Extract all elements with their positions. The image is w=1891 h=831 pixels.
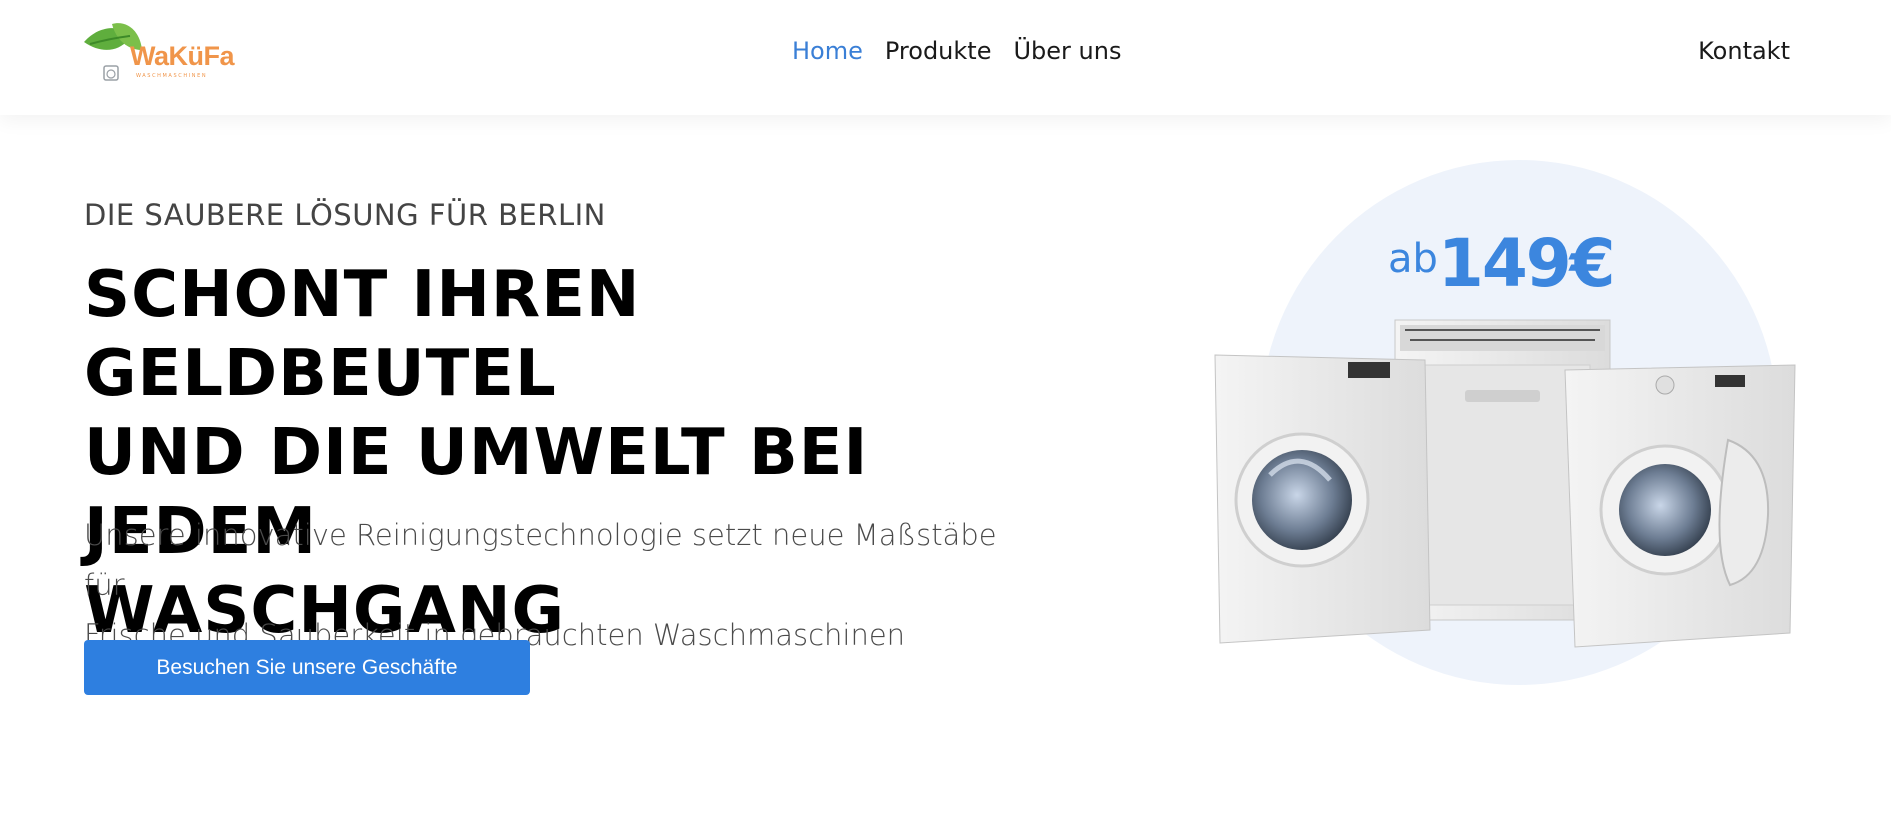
headline-line: SCHONT IHREN GELDBEUTEL [84,258,641,411]
washing-machine-right-image [1564,364,1796,648]
nav-kontakt[interactable]: Kontakt [1698,37,1790,65]
washing-machine-left-image [1214,354,1431,644]
visit-stores-button[interactable]: Besuchen Sie unsere Geschäfte [84,640,530,695]
appliances-image [1214,319,1796,648]
hero-subtext: Unsere innovative Reinigungstechnologie … [84,510,1044,660]
brand-tagline: WASCHMASCHINEN [136,73,208,79]
nav-produkte[interactable]: Produkte [885,37,992,73]
logo[interactable]: WaKüFa WASCHMASCHINEN [82,20,252,86]
site-header: WaKüFa WASCHMASCHINEN Home Produkte Über… [0,0,1891,115]
nav-home[interactable]: Home [792,37,863,73]
main-nav: Home Produkte Über uns [792,37,1121,73]
hero-eyebrow: DIE SAUBERE LÖSUNG FÜR BERLIN [84,198,606,232]
brand-name: WaKüFa [130,41,235,71]
nav-ueber-uns[interactable]: Über uns [1013,37,1121,73]
hero-product-visual: ab149€ [1200,155,1820,695]
subtext-line: Unsere innovative Reinigungstechnologie … [84,518,997,602]
